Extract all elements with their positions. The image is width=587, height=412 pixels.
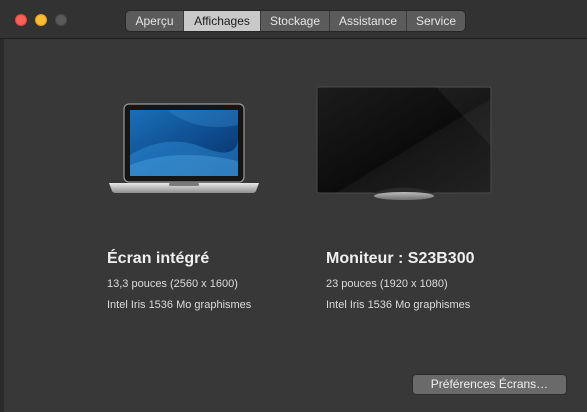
display-title-external: Moniteur : S23B300 (326, 250, 475, 267)
title-bar: Aperçu Affichages Stockage Assistance Se… (0, 0, 587, 39)
laptop-icon (107, 103, 261, 195)
tab-assistance[interactable]: Assistance (330, 11, 407, 31)
display-size-external: 23 pouces (1920 x 1080) (326, 278, 448, 290)
display-size-builtin: 13,3 pouces (2560 x 1600) (107, 278, 238, 290)
display-title-builtin: Écran intégré (107, 250, 210, 267)
tab-service[interactable]: Service (407, 11, 465, 31)
tab-bar: Aperçu Affichages Stockage Assistance Se… (125, 10, 466, 32)
tab-stockage[interactable]: Stockage (261, 11, 330, 31)
window-edge (0, 39, 4, 412)
tab-affichages[interactable]: Affichages (184, 11, 261, 31)
display-preferences-button[interactable]: Préférences Écrans… (412, 374, 567, 395)
display-graphics-external: Intel Iris 1536 Mo graphismes (326, 299, 471, 311)
minimize-button[interactable] (35, 14, 47, 26)
zoom-button (55, 14, 67, 26)
display-graphics-builtin: Intel Iris 1536 Mo graphismes (107, 299, 252, 311)
about-this-mac-window: Aperçu Affichages Stockage Assistance Se… (0, 0, 587, 412)
tab-apercu[interactable]: Aperçu (126, 11, 184, 31)
monitor-icon (316, 86, 492, 202)
close-button[interactable] (15, 14, 27, 26)
